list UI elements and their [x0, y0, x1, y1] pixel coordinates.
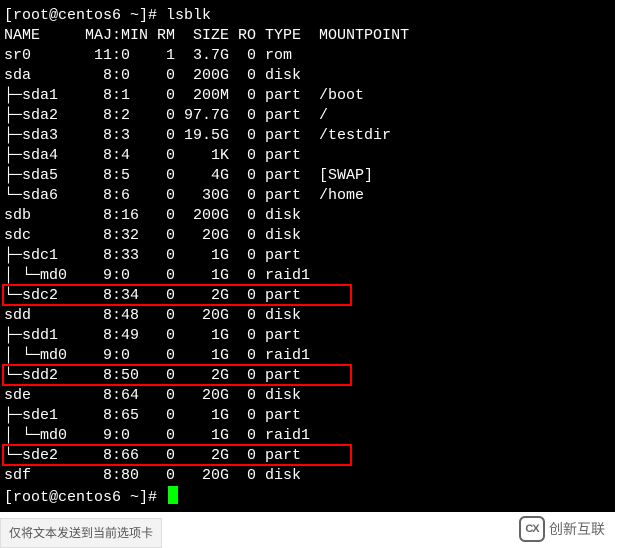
shell-prompt: [root@centos6 ~]#	[4, 7, 166, 24]
lsblk-row: ├─sda1 8:1 0 200M 0 part /boot	[4, 86, 611, 106]
lsblk-row: ├─sde1 8:65 0 1G 0 part	[4, 406, 611, 426]
lsblk-rows: sr0 11:0 1 3.7G 0 romsda 8:0 0 200G 0 di…	[4, 46, 611, 486]
lsblk-row: └─sda6 8:6 0 30G 0 part /home	[4, 186, 611, 206]
lsblk-row: └─sde2 8:66 0 2G 0 part	[4, 446, 611, 466]
lsblk-row: └─sdd2 8:50 0 2G 0 part	[4, 366, 611, 386]
lsblk-row: ├─sda3 8:3 0 19.5G 0 part /testdir	[4, 126, 611, 146]
lsblk-row: sdb 8:16 0 200G 0 disk	[4, 206, 611, 226]
prompt-line-1: [root@centos6 ~]# lsblk	[4, 6, 611, 26]
command-text: lsblk	[166, 7, 211, 24]
lsblk-row: sdf 8:80 0 20G 0 disk	[4, 466, 611, 486]
lsblk-row: │ └─md0 9:0 0 1G 0 raid1	[4, 266, 611, 286]
lsblk-row: │ └─md0 9:0 0 1G 0 raid1	[4, 346, 611, 366]
logo-mark-icon: CX	[519, 516, 545, 542]
lsblk-row: ├─sdc1 8:33 0 1G 0 part	[4, 246, 611, 266]
lsblk-row: sr0 11:0 1 3.7G 0 rom	[4, 46, 611, 66]
lsblk-row: sdc 8:32 0 20G 0 disk	[4, 226, 611, 246]
send-text-tab[interactable]: 仅将文本发送到当前选项卡	[0, 518, 162, 548]
lsblk-row: ├─sda2 8:2 0 97.7G 0 part /	[4, 106, 611, 126]
lsblk-header: NAME MAJ:MIN RM SIZE RO TYPE MOUNTPOINT	[4, 26, 611, 46]
lsblk-row: sde 8:64 0 20G 0 disk	[4, 386, 611, 406]
footer-bar: 仅将文本发送到当前选项卡 CX 创新互联	[0, 518, 615, 548]
lsblk-row: │ └─md0 9:0 0 1G 0 raid1	[4, 426, 611, 446]
logo-text: 创新互联	[549, 519, 605, 539]
terminal-window[interactable]: [root@centos6 ~]# lsblk NAME MAJ:MIN RM …	[0, 0, 615, 512]
lsblk-row: ├─sdd1 8:49 0 1G 0 part	[4, 326, 611, 346]
prompt-line-2[interactable]: [root@centos6 ~]#	[4, 486, 611, 506]
cursor-icon	[168, 486, 178, 504]
lsblk-row: └─sdc2 8:34 0 2G 0 part	[4, 286, 611, 306]
lsblk-row: ├─sda4 8:4 0 1K 0 part	[4, 146, 611, 166]
lsblk-row: sdd 8:48 0 20G 0 disk	[4, 306, 611, 326]
shell-prompt: [root@centos6 ~]#	[4, 489, 166, 506]
lsblk-row: sda 8:0 0 200G 0 disk	[4, 66, 611, 86]
lsblk-row: ├─sda5 8:5 0 4G 0 part [SWAP]	[4, 166, 611, 186]
